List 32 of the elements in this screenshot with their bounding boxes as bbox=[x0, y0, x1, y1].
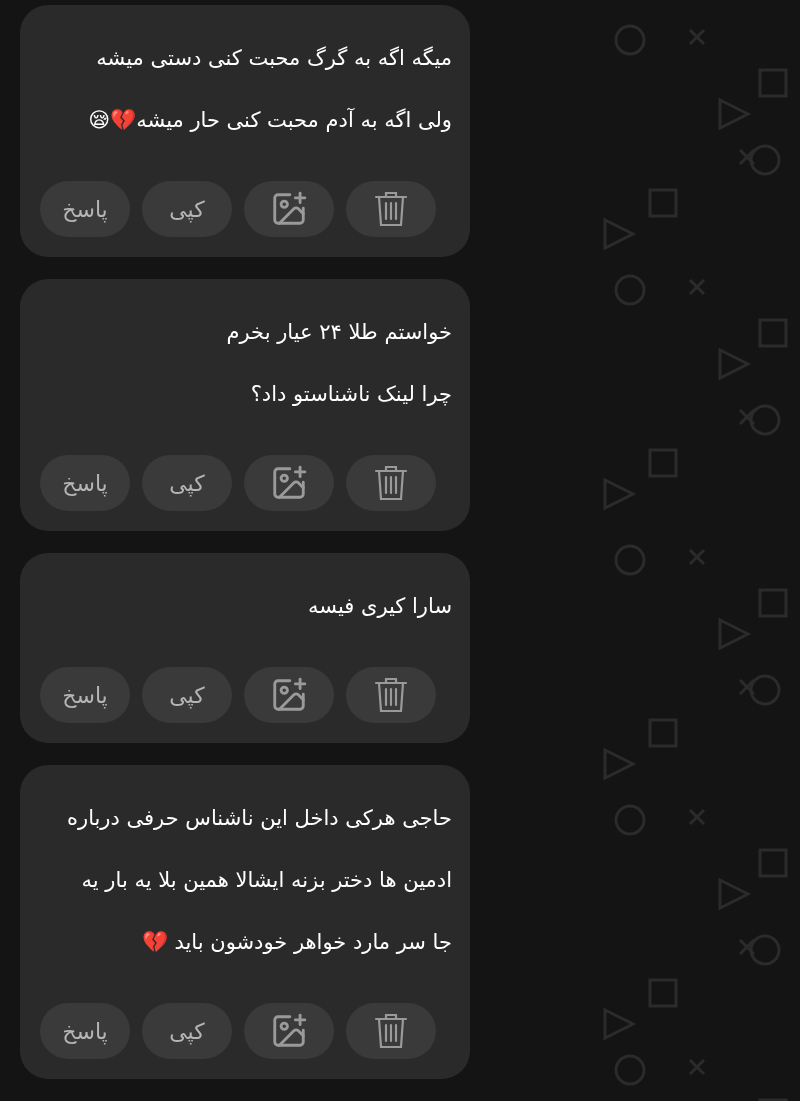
image-plus-icon bbox=[270, 190, 308, 228]
delete-button[interactable] bbox=[346, 1003, 436, 1059]
message-text: خواستم طلا ۲۴ عیار بخرم bbox=[225, 319, 452, 346]
message-text: سارا کیری فیسه bbox=[306, 593, 452, 620]
message-text: جا سر مارد خواهر خودشون باید 💔 bbox=[140, 929, 452, 956]
add-image-button[interactable] bbox=[244, 455, 334, 511]
action-button[interactable]: پاسخ bbox=[40, 455, 130, 511]
action-button[interactable]: کپی bbox=[142, 181, 232, 237]
image-plus-icon bbox=[270, 464, 308, 502]
message-text: ولی اگه به آدم محبت کنی حار میشه💔😪 bbox=[87, 107, 452, 134]
trash-icon bbox=[374, 190, 408, 228]
message-text: میگه اگه به گرگ محبت کنی دستی میشه bbox=[95, 45, 452, 72]
action-button[interactable]: کپی bbox=[142, 667, 232, 723]
delete-button[interactable] bbox=[346, 667, 436, 723]
trash-icon bbox=[374, 464, 408, 502]
message-text: چرا لینک ناشناستو داد؟ bbox=[249, 381, 452, 408]
delete-button[interactable] bbox=[346, 455, 436, 511]
add-image-button[interactable] bbox=[244, 181, 334, 237]
trash-icon bbox=[374, 676, 408, 714]
action-button[interactable]: پاسخ bbox=[40, 667, 130, 723]
message-text: حاجی هرکی داخل این ناشناس حرفی درباره bbox=[66, 805, 452, 832]
message-text: ادمین ها دختر بزنه ایشالا همین بلا یه بار یه bbox=[80, 867, 452, 894]
image-plus-icon bbox=[270, 676, 308, 714]
action-button[interactable]: پاسخ bbox=[40, 181, 130, 237]
add-image-button[interactable] bbox=[244, 667, 334, 723]
delete-button[interactable] bbox=[346, 181, 436, 237]
add-image-button[interactable] bbox=[244, 1003, 334, 1059]
action-button[interactable]: کپی bbox=[142, 1003, 232, 1059]
trash-icon bbox=[374, 1012, 408, 1050]
image-plus-icon bbox=[270, 1012, 308, 1050]
action-button[interactable]: پاسخ bbox=[40, 1003, 130, 1059]
action-button[interactable]: کپی bbox=[142, 455, 232, 511]
